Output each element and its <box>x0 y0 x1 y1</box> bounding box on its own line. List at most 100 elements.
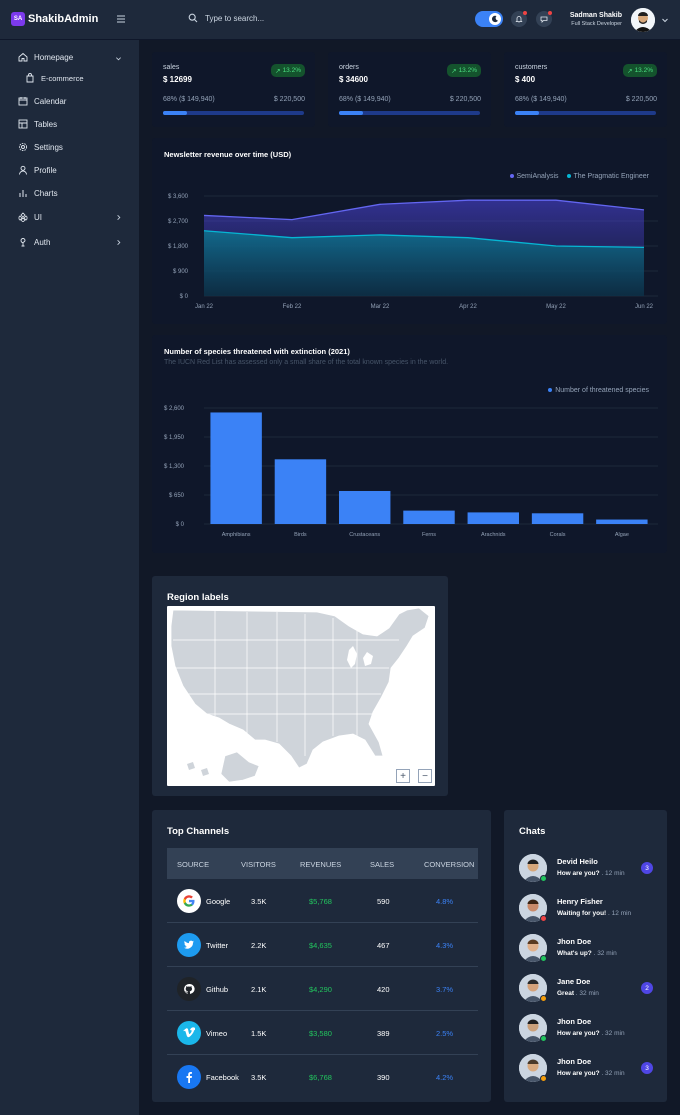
chat-item[interactable]: Jane Doe Great . 32 min 2 <box>519 974 653 1008</box>
zoom-out-button[interactable]: − <box>418 769 432 783</box>
user-avatar[interactable] <box>631 8 655 32</box>
x-tick-label: Amphibians <box>222 532 251 538</box>
table-header: SOURCE VISITORS REVENUES SALES CONVERSIO… <box>167 848 478 879</box>
column-header[interactable]: VISITORS <box>241 860 276 869</box>
visitors-value: 2.2K <box>251 941 267 950</box>
sidebar-item-tables[interactable]: Tables <box>18 119 57 129</box>
stat-value: $ 34600 <box>339 75 368 84</box>
arrow-up-right-icon: ↗ <box>627 67 633 75</box>
bar <box>210 412 262 524</box>
source-name: Github <box>206 985 229 994</box>
x-tick-label: Feb 22 <box>283 304 302 310</box>
logo-text[interactable]: ShakibAdmin <box>28 13 98 25</box>
notification-button[interactable] <box>511 11 527 27</box>
progress-bar <box>515 111 656 115</box>
conversion-value: 3.7% <box>436 985 454 994</box>
chat-item[interactable]: Devid Heilo How are you? . 12 min 3 <box>519 854 653 888</box>
sidebar-item-label: Calendar <box>34 96 67 106</box>
y-tick-label: $ 900 <box>173 269 189 275</box>
logo-badge: SA <box>11 12 25 26</box>
species-chart-card: Number of species threatened with extinc… <box>152 335 667 553</box>
revenue-value: $3,580 <box>309 1029 332 1038</box>
bar <box>403 510 455 524</box>
online-status-dot <box>540 915 547 922</box>
sidebar-item-homepage[interactable]: Homepage <box>18 52 73 62</box>
sales-value: 590 <box>377 897 390 906</box>
user-icon <box>19 165 27 175</box>
chat-message: Waiting for you! . 12 min <box>557 910 632 917</box>
progress-bar <box>339 111 480 115</box>
search-icon[interactable] <box>188 13 198 23</box>
growth-badge: ↗ 13.2% <box>447 64 481 77</box>
chevron-right-icon[interactable] <box>115 239 122 246</box>
sidebar-item-calendar[interactable]: Calendar <box>18 96 66 106</box>
table-row[interactable]: Google 3.5K $5,768 590 4.8% <box>167 879 478 923</box>
stat-label: customers <box>515 64 548 71</box>
chat-item[interactable]: Henry Fisher Waiting for you! . 12 min <box>519 894 649 928</box>
conversion-value: 4.3% <box>436 941 454 950</box>
zoom-in-button[interactable]: + <box>396 769 410 783</box>
stat-percent: 68% ($ 149,940) <box>339 96 391 103</box>
x-tick-label: Crustaceans <box>349 532 380 538</box>
chat-message: What's up? . 32 min <box>557 950 617 957</box>
hamburger-menu-icon[interactable] <box>116 14 126 24</box>
chat-name: Jhon Doe <box>557 1017 592 1026</box>
chats-card: Chats Devid Heilo How are you? . 12 min 3 H… <box>504 810 667 1102</box>
us-states-map[interactable] <box>167 606 435 786</box>
chat-item[interactable]: Jhon Doe How are you? . 32 min <box>519 1014 649 1048</box>
sidebar-item-label: Profile <box>34 165 57 175</box>
chat-item[interactable]: Jhon Doe How are you? . 32 min 3 <box>519 1054 653 1088</box>
user-name[interactable]: Sadman Shakib <box>540 12 622 19</box>
y-tick-label: $ 1,800 <box>168 244 189 250</box>
sidebar-item-auth[interactable]: Auth <box>18 237 50 247</box>
stat-value: $ 12699 <box>163 75 192 84</box>
sidebar-item-profile[interactable]: Profile <box>18 165 57 175</box>
x-tick-label: Jun 22 <box>635 304 654 310</box>
y-tick-label: $ 2,700 <box>168 219 189 225</box>
growth-badge: ↗ 13.2% <box>271 64 305 77</box>
table-row[interactable]: Github 2.1K $4,290 420 3.7% <box>167 967 478 1011</box>
sidebar-item-ecommerce[interactable]: E-commerce <box>25 73 84 83</box>
column-header[interactable]: SOURCE <box>177 860 209 869</box>
x-tick-label: Apr 22 <box>459 304 477 310</box>
source-name: Google <box>206 897 231 906</box>
sidebar-item-charts[interactable]: Charts <box>18 188 58 198</box>
stat-percent: 68% ($ 149,940) <box>163 96 215 103</box>
column-header[interactable]: REVENUES <box>300 860 341 869</box>
y-tick-label: $ 650 <box>169 493 185 499</box>
table-row[interactable]: Facebook 3.5K $6,768 390 4.2% <box>167 1055 478 1099</box>
main-content: sales $ 12699 ↗ 13.2% 68% ($ 149,940) $ 2… <box>139 40 680 1115</box>
bar-chart-icon <box>19 190 27 197</box>
chevron-down-icon[interactable] <box>115 55 122 62</box>
conversion-value: 2.5% <box>436 1029 454 1038</box>
chevron-down-icon[interactable] <box>661 16 669 24</box>
unread-badge: 3 <box>641 862 653 874</box>
chevron-right-icon[interactable] <box>115 214 122 221</box>
stat-card-orders: orders $ 34600 ↗ 13.2% 68% ($ 149,940) $ … <box>328 52 491 127</box>
stat-card-customers: customers $ 400 ↗ 13.2% 68% ($ 149,940) $… <box>504 52 667 127</box>
visitors-value: 3.5K <box>251 1073 267 1082</box>
sidebar-item-ui[interactable]: UI <box>18 212 42 222</box>
table-row[interactable]: Vimeo 1.5K $3,580 389 2.5% <box>167 1011 478 1055</box>
map-card: Region labels + − <box>152 576 448 796</box>
us-map[interactable]: + − <box>167 606 435 786</box>
user-role: Full Stack Developer <box>571 21 622 27</box>
search-input[interactable] <box>205 13 355 23</box>
sidebar-item-settings[interactable]: Settings <box>18 142 63 152</box>
progress-fill <box>163 111 187 115</box>
google-icon <box>177 889 201 913</box>
x-tick-label: Arachnids <box>481 532 506 538</box>
column-header[interactable]: CONVERSION <box>424 860 474 869</box>
table-row[interactable]: Twitter 2.2K $4,635 467 4.3% <box>167 923 478 967</box>
chat-name: Jane Doe <box>557 977 591 986</box>
arrow-up-right-icon: ↗ <box>275 67 281 75</box>
sidebar-item-label: Homepage <box>34 52 74 62</box>
dark-mode-toggle[interactable] <box>475 11 503 27</box>
column-header[interactable]: SALES <box>370 860 394 869</box>
chat-item[interactable]: Jhon Doe What's up? . 32 min <box>519 934 649 968</box>
online-status-dot <box>540 1075 547 1082</box>
online-status-dot <box>540 995 547 1002</box>
x-tick-label: Mar 22 <box>371 304 390 310</box>
y-tick-label: $ 0 <box>176 522 185 528</box>
x-tick-label: May 22 <box>546 304 566 310</box>
